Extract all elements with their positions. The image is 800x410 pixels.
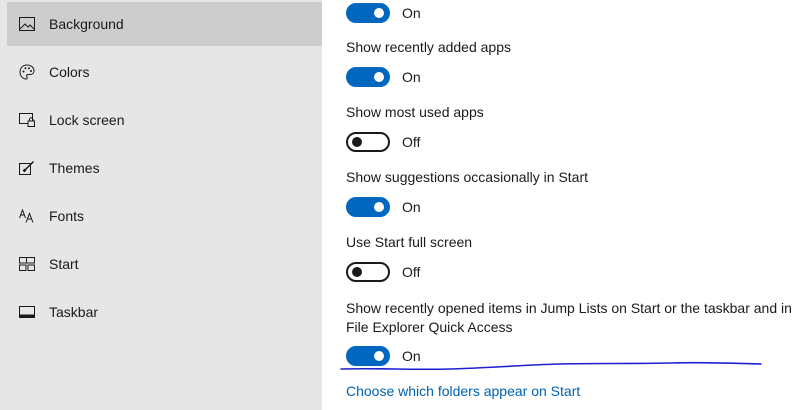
toggle-state-label: On xyxy=(402,5,421,21)
toggle-state-label: On xyxy=(402,348,421,364)
setting-toggle-row: On xyxy=(346,67,421,87)
taskbar-icon xyxy=(18,303,36,321)
choose-folders-link[interactable]: Choose which folders appear on Start xyxy=(346,383,580,399)
toggle-knob xyxy=(352,137,362,147)
setting-toggle-row: Off xyxy=(346,132,420,152)
palette-icon xyxy=(18,63,36,81)
setting-label-recently-added: Show recently added apps xyxy=(346,39,511,55)
toggle-state-label: Off xyxy=(402,134,421,150)
toggle-state-label: On xyxy=(402,199,421,215)
sidebar-item-lock-screen[interactable]: Lock screen xyxy=(7,98,322,142)
setting-label-suggestions: Show suggestions occasionally in Start xyxy=(346,169,589,185)
sidebar-item-label: Start xyxy=(49,256,79,272)
sidebar-item-label: Taskbar xyxy=(49,304,99,320)
sidebar-item-label: Fonts xyxy=(49,208,85,224)
setting-label-jump-lists: Show recently opened items in Jump Lists… xyxy=(346,300,792,335)
toggle-knob xyxy=(374,351,384,361)
most-used-toggle[interactable] xyxy=(346,132,390,152)
sidebar-item-label: Colors xyxy=(49,64,90,80)
sidebar-item-label: Themes xyxy=(49,160,100,176)
full-screen-toggle[interactable] xyxy=(346,262,390,282)
sidebar-item-colors[interactable]: Colors xyxy=(7,50,322,94)
suggestions-toggle[interactable] xyxy=(346,197,390,217)
setting-toggle-row: On xyxy=(346,3,421,23)
lock-screen-icon xyxy=(18,111,36,129)
sidebar-item-label: Lock screen xyxy=(49,112,125,128)
toggle-state-label: Off xyxy=(402,264,421,280)
setting-toggle-row: Off xyxy=(346,262,420,282)
jump-lists-toggle[interactable] xyxy=(346,346,390,366)
toggle-knob xyxy=(374,8,384,18)
font-icon xyxy=(18,207,36,225)
toggle-knob xyxy=(352,267,362,277)
toggle-state-label: On xyxy=(402,69,421,85)
toggle-knob xyxy=(374,72,384,82)
settings-window: Background Colors Lock screen Themes Fon… xyxy=(0,0,800,410)
brush-icon xyxy=(18,159,36,177)
sidebar-item-fonts[interactable]: Fonts xyxy=(7,194,322,238)
toggle-switch[interactable] xyxy=(346,3,390,23)
setting-toggle-row: On xyxy=(346,197,421,217)
sidebar-item-themes[interactable]: Themes xyxy=(7,146,322,190)
sidebar-item-label: Background xyxy=(49,16,124,32)
recently-added-toggle[interactable] xyxy=(346,67,390,87)
setting-label-full-screen: Use Start full screen xyxy=(346,234,473,250)
toggle-knob xyxy=(374,202,384,212)
sidebar-item-background[interactable]: Background xyxy=(7,2,322,46)
sidebar: Background Colors Lock screen Themes Fon… xyxy=(0,0,322,410)
sidebar-item-taskbar[interactable]: Taskbar xyxy=(7,290,322,334)
start-icon xyxy=(18,255,36,273)
setting-label-most-used: Show most used apps xyxy=(346,104,484,120)
sidebar-item-start[interactable]: Start xyxy=(7,242,322,286)
start-settings-panel: On Show recently added apps On Show most… xyxy=(322,0,800,410)
setting-toggle-row: On xyxy=(346,346,421,366)
image-icon xyxy=(18,15,36,33)
